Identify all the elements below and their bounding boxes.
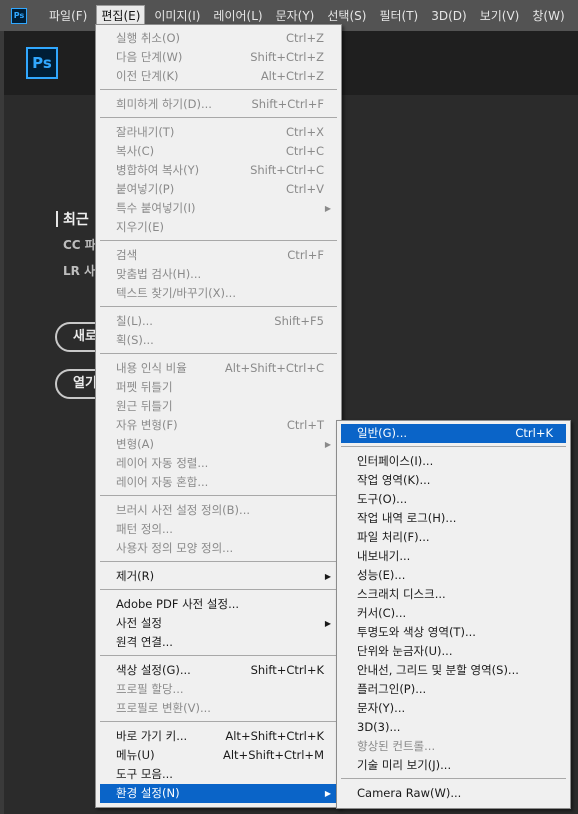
menu-item-presets[interactable]: 사전 설정 ▶ [100,614,337,633]
pref-item-cursors[interactable]: 커서(C)... [341,604,566,623]
menu-item-menus[interactable]: 메뉴(U) Alt+Shift+Ctrl+M [100,746,337,765]
menu-window[interactable]: 창(W) [528,5,568,27]
menu-separator [100,240,337,241]
menu-item-undo[interactable]: 실행 취소(O) Ctrl+Z [100,29,337,48]
menu-filter[interactable]: 필터(T) [375,5,422,27]
menu-separator [100,353,337,354]
lr-photos-link[interactable]: LR 사 [63,262,95,279]
pref-item-type[interactable]: 문자(Y)... [341,699,566,718]
left-edge [0,31,4,814]
menu-separator [100,561,337,562]
submenu-arrow-icon: ▶ [324,789,331,798]
pref-item-interface[interactable]: 인터페이스(I)... [341,452,566,471]
menu-separator [341,778,566,779]
menu-file[interactable]: 파일(F) [45,5,91,27]
menu-item-convert-profile[interactable]: 프로필로 변환(V)... [100,699,337,718]
cc-files-link[interactable]: CC 파 [63,236,96,253]
photoshop-logo-icon: Ps [26,47,58,79]
menu-item-find-replace[interactable]: 텍스트 찾기/바꾸기(X)... [100,284,337,303]
menu-item-assign-profile[interactable]: 프로필 할당... [100,680,337,699]
photoshop-app-icon[interactable]: Ps [11,7,27,24]
menu-item-perspective-warp[interactable]: 원근 뒤틀기 [100,397,337,416]
pref-item-tools[interactable]: 도구(O)... [341,490,566,509]
menu-item-keyboard-shortcuts[interactable]: 바로 가기 키... Alt+Shift+Ctrl+K [100,727,337,746]
menu-item-toolbar[interactable]: 도구 모음... [100,765,337,784]
menu-separator [100,117,337,118]
pref-item-scratch-disks[interactable]: 스크래치 디스크... [341,585,566,604]
menu-item-stroke[interactable]: 획(S)... [100,331,337,350]
menu-view[interactable]: 보기(V) [476,5,524,27]
edit-menu: 실행 취소(O) Ctrl+Z 다음 단계(W) Shift+Ctrl+Z 이전 단… [95,24,342,808]
pref-item-enhanced-controls[interactable]: 향상된 컨트롤... [341,737,566,756]
pref-item-performance[interactable]: 성능(E)... [341,566,566,585]
menu-item-fill[interactable]: 칠(L)... Shift+F5 [100,312,337,331]
menu-item-pdf-presets[interactable]: Adobe PDF 사전 설정... [100,595,337,614]
menu-item-fade[interactable]: 희미하게 하기(D)... Shift+Ctrl+F [100,95,337,114]
pref-item-transparency[interactable]: 투명도와 색상 영역(T)... [341,623,566,642]
pref-item-guides-grid[interactable]: 안내선, 그리드 및 분할 영역(S)... [341,661,566,680]
submenu-arrow-icon: ▶ [324,619,331,628]
pref-item-file-handling[interactable]: 파일 처리(F)... [341,528,566,547]
menu-separator [100,89,337,90]
menu-item-search[interactable]: 검색 Ctrl+F [100,246,337,265]
menu-item-content-aware-scale[interactable]: 내용 인식 비율 Alt+Shift+Ctrl+C [100,359,337,378]
pref-item-history-log[interactable]: 작업 내역 로그(H)... [341,509,566,528]
recent-title[interactable]: 최근 [63,209,89,229]
menu-item-spelling[interactable]: 맞춤법 검사(H)... [100,265,337,284]
menu-item-paste-special[interactable]: 특수 붙여넣기(I) ▶ [100,199,337,218]
menu-item-define-pattern[interactable]: 패턴 정의... [100,520,337,539]
menu-item-step-forward[interactable]: 다음 단계(W) Shift+Ctrl+Z [100,48,337,67]
menu-item-preferences[interactable]: 환경 설정(N) ▶ [100,784,337,803]
menu-item-purge[interactable]: 제거(R) ▶ [100,567,337,586]
menu-item-copy[interactable]: 복사(C) Ctrl+C [100,142,337,161]
pref-item-3d[interactable]: 3D(3)... [341,718,566,737]
menu-item-copy-merged[interactable]: 병합하여 복사(Y) Shift+Ctrl+C [100,161,337,180]
pref-item-camera-raw[interactable]: Camera Raw(W)... [341,784,566,803]
pref-item-general[interactable]: 일반(G)... Ctrl+K [341,424,566,443]
menu-item-color-settings[interactable]: 색상 설정(G)... Shift+Ctrl+K [100,661,337,680]
submenu-arrow-icon: ▶ [324,204,331,213]
menu-item-step-backward[interactable]: 이전 단계(K) Alt+Ctrl+Z [100,67,337,86]
menu-item-auto-align[interactable]: 레이어 자동 정렬... [100,454,337,473]
menu-item-paste[interactable]: 붙여넣기(P) Ctrl+V [100,180,337,199]
menu-item-remote-connections[interactable]: 원격 연결... [100,633,337,652]
preferences-submenu: 일반(G)... Ctrl+K 인터페이스(I)... 작업 영역(K)... 도… [336,420,571,809]
pref-item-plugins[interactable]: 플러그인(P)... [341,680,566,699]
menu-separator [100,721,337,722]
menu-item-transform[interactable]: 변형(A) ▶ [100,435,337,454]
menu-separator [100,495,337,496]
recent-indicator [56,211,58,227]
menu-item-define-brush[interactable]: 브러시 사전 설정 정의(B)... [100,501,337,520]
pref-item-workspace[interactable]: 작업 영역(K)... [341,471,566,490]
menu-item-define-shape[interactable]: 사용자 정의 모양 정의... [100,539,337,558]
pref-item-units-rulers[interactable]: 단위와 눈금자(U)... [341,642,566,661]
menu-separator [341,446,566,447]
pref-item-tech-previews[interactable]: 기술 미리 보기(J)... [341,756,566,775]
menu-separator [100,306,337,307]
menu-separator [100,655,337,656]
pref-item-export[interactable]: 내보내기... [341,547,566,566]
menu-separator [100,589,337,590]
menu-item-cut[interactable]: 잘라내기(T) Ctrl+X [100,123,337,142]
menu-item-clear[interactable]: 지우기(E) [100,218,337,237]
menu-item-puppet-warp[interactable]: 퍼펫 뒤틀기 [100,378,337,397]
menu-3d[interactable]: 3D(D) [427,5,470,27]
submenu-arrow-icon: ▶ [324,440,331,449]
submenu-arrow-icon: ▶ [324,572,331,581]
menu-item-free-transform[interactable]: 자유 변형(F) Ctrl+T [100,416,337,435]
menu-item-auto-blend[interactable]: 레이어 자동 혼합... [100,473,337,492]
